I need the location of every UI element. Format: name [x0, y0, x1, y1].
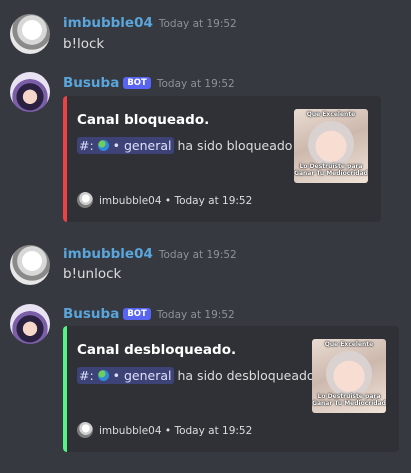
- footer-avatar: [77, 192, 93, 208]
- thumbnail-caption-bottom: Lo Destruiste para Ganar Tu Mediocridad: [312, 393, 386, 407]
- description-text: ha sido bloqueado: [177, 138, 293, 153]
- thumbnail-caption-top: Que Excelente: [324, 341, 374, 348]
- author-name[interactable]: imbubble04: [63, 15, 153, 31]
- embed-thumbnail[interactable]: Que Excelente Lo Destruiste para Ganar T…: [294, 109, 368, 183]
- embed-footer: imbubble04 • Today at 19:52: [77, 422, 252, 438]
- avatar[interactable]: [10, 14, 50, 54]
- embed: Canal bloqueado. #: • general ha sido bl…: [63, 96, 381, 222]
- timestamp: Today at 19:52: [158, 249, 237, 261]
- embed-footer: imbubble04 • Today at 19:52: [77, 192, 252, 208]
- timestamp: Today at 19:52: [158, 18, 237, 30]
- description-text: ha sido desbloqueado: [177, 368, 315, 383]
- embed-color-bar: [63, 96, 67, 222]
- embed-thumbnail[interactable]: Que Excelente Lo Destruiste para Ganar T…: [312, 339, 386, 413]
- message-text: b!lock: [63, 36, 105, 52]
- embed-color-bar: [63, 326, 67, 452]
- author-name[interactable]: Busuba: [63, 306, 119, 322]
- avatar[interactable]: [10, 245, 50, 285]
- embed: Canal desbloqueado. #: • general ha sido…: [63, 326, 399, 452]
- timestamp: Today at 19:52: [156, 78, 235, 90]
- embed-title: Canal bloqueado.: [77, 112, 210, 128]
- footer-separator: •: [164, 195, 172, 207]
- footer-author: imbubble04: [99, 425, 162, 437]
- footer-separator: •: [164, 425, 172, 437]
- footer-time: Today at 19:52: [174, 195, 253, 207]
- avatar[interactable]: [10, 304, 50, 344]
- author-name[interactable]: Busuba: [63, 75, 119, 91]
- author-name[interactable]: imbubble04: [63, 246, 153, 262]
- footer-author: imbubble04: [99, 195, 162, 207]
- embed-title: Canal desbloqueado.: [77, 342, 237, 358]
- avatar[interactable]: [10, 72, 50, 112]
- anime-face-image: [326, 351, 372, 397]
- hash-icon: #:: [79, 138, 94, 153]
- anime-face-image: [308, 121, 354, 167]
- footer-time: Today at 19:52: [174, 425, 253, 437]
- thumbnail-caption-bottom: Lo Destruiste para Ganar Tu Mediocridad: [294, 163, 368, 177]
- footer-avatar: [77, 422, 93, 438]
- bot-badge: BOT: [123, 77, 151, 89]
- message-text: b!unlock: [63, 266, 122, 282]
- channel-mention[interactable]: #: • general: [77, 137, 174, 154]
- globe-icon: [97, 140, 109, 151]
- channel-name: • general: [112, 368, 172, 383]
- bot-badge: BOT: [123, 308, 151, 320]
- channel-mention[interactable]: #: • general: [77, 367, 174, 384]
- globe-icon: [97, 370, 109, 381]
- thumbnail-caption-top: Que Excelente: [306, 111, 356, 118]
- timestamp: Today at 19:52: [156, 309, 235, 321]
- hash-icon: #:: [79, 368, 94, 383]
- channel-name: • general: [112, 138, 172, 153]
- embed-description: #: • general ha sido desbloqueado: [77, 367, 315, 384]
- embed-description: #: • general ha sido bloqueado: [77, 137, 293, 154]
